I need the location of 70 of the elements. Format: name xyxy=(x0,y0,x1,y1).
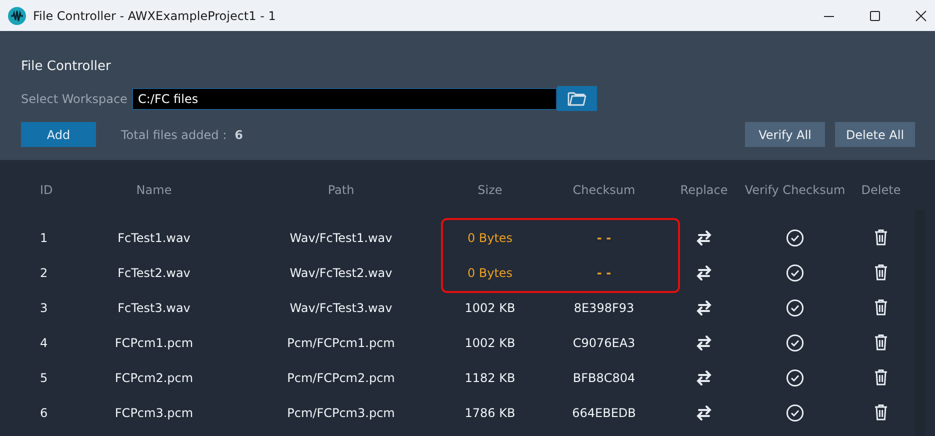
panel-title: File Controller xyxy=(21,59,112,74)
check-circle-icon[interactable] xyxy=(786,334,804,352)
column-header: Checksum xyxy=(572,183,636,197)
maximize-icon[interactable] xyxy=(869,10,881,22)
swap-arrows-icon[interactable] xyxy=(695,334,713,350)
table-cell-text: 1002 KB xyxy=(464,300,516,314)
swap-arrows-icon[interactable] xyxy=(695,264,713,280)
table-cell-text: FcTest1.wav xyxy=(116,230,192,244)
table-cell-text: FCPcm1.pcm xyxy=(114,336,194,350)
table-cell-text: FCPcm3.pcm xyxy=(114,406,194,420)
browse-button[interactable] xyxy=(557,86,597,111)
column-header: Delete xyxy=(860,183,902,197)
trash-icon[interactable] xyxy=(874,264,888,281)
table-cell-text: - - xyxy=(596,266,612,280)
column-header: Replace xyxy=(679,183,729,197)
table-cell-text: 0 Bytes xyxy=(466,230,514,244)
column-header: Size xyxy=(476,183,504,197)
column-header: Name xyxy=(135,183,173,197)
column-header: Path xyxy=(326,183,356,197)
workspace-label: Select Workspace xyxy=(21,92,128,106)
table-cell-text: 8E398F93 xyxy=(572,300,636,314)
table-cell-text: Pcm/FCPcm2.pcm xyxy=(286,370,396,384)
add-button[interactable]: Add xyxy=(21,122,96,147)
trash-icon[interactable] xyxy=(874,369,888,386)
check-circle-icon[interactable] xyxy=(786,298,804,316)
table-cell-text: Pcm/FCPcm1.pcm xyxy=(286,336,396,350)
table-cell-text: Wav/FcTest2.wav xyxy=(288,266,394,280)
check-circle-icon[interactable] xyxy=(786,264,804,282)
table-cell-text: - - xyxy=(596,230,612,244)
table-cell-text: 1 xyxy=(39,230,49,244)
column-header: ID xyxy=(39,183,54,197)
workspace-field[interactable]: C:/FC files xyxy=(132,88,557,110)
window-title: File Controller - AWXExampleProject1 - 1 xyxy=(33,8,276,22)
trash-icon[interactable] xyxy=(874,299,888,316)
table-cell-text: 0 Bytes xyxy=(466,266,514,280)
table-cell-text: 2 xyxy=(39,266,49,280)
folder-icon xyxy=(567,90,587,106)
table-cell-text: BFB8C804 xyxy=(572,370,636,384)
table-cell-text: 1182 KB xyxy=(464,370,516,384)
check-circle-icon[interactable] xyxy=(786,228,804,246)
swap-arrows-icon[interactable] xyxy=(695,230,713,246)
trash-icon[interactable] xyxy=(874,229,888,246)
action-button[interactable]: Delete All xyxy=(835,122,915,147)
swap-arrows-icon[interactable] xyxy=(695,370,713,386)
total-files-count: 6 xyxy=(234,128,243,142)
table-cell-text: Wav/FcTest3.wav xyxy=(288,300,394,314)
action-button[interactable]: Verify All xyxy=(745,122,825,147)
table-cell-text: 1786 KB xyxy=(464,406,516,420)
table-cell-text: 5 xyxy=(39,370,49,384)
total-files-label: Total files added : xyxy=(121,128,227,142)
table-cell-text: Pcm/FCPcm3.pcm xyxy=(286,406,396,420)
swap-arrows-icon[interactable] xyxy=(695,404,713,420)
table-cell-text: 6 xyxy=(39,406,49,420)
app-logo-icon xyxy=(8,6,26,24)
table-cell-text: FcTest3.wav xyxy=(116,300,192,314)
table-cell-text: 4 xyxy=(39,336,49,350)
table-cell-text: 664EBEDB xyxy=(571,406,637,420)
trash-icon[interactable] xyxy=(874,334,888,351)
swap-arrows-icon[interactable] xyxy=(695,300,713,316)
table-cell-text: C9076EA3 xyxy=(572,336,636,350)
table-cell-text: Wav/FcTest1.wav xyxy=(288,230,394,244)
check-circle-icon[interactable] xyxy=(786,404,804,422)
close-icon[interactable] xyxy=(915,10,927,22)
table-cell-text: FcTest2.wav xyxy=(116,266,192,280)
check-circle-icon[interactable] xyxy=(786,368,804,386)
table-cell-text: FCPcm2.pcm xyxy=(114,370,194,384)
table-cell-text: 1002 KB xyxy=(464,336,516,350)
column-header: Verify Checksum xyxy=(744,183,846,197)
table-cell-text: 3 xyxy=(39,300,49,314)
trash-icon[interactable] xyxy=(874,404,888,421)
